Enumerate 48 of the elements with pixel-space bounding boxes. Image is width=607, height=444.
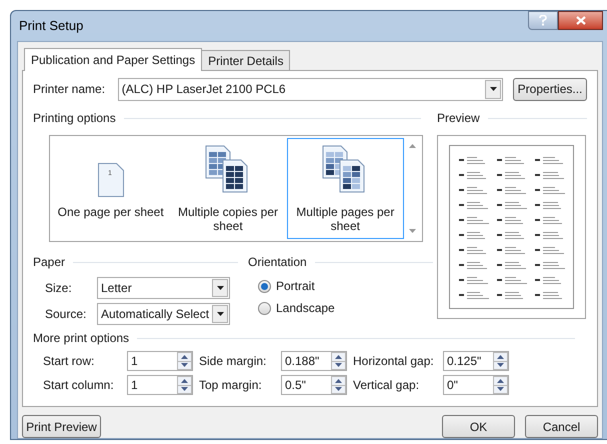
close-button[interactable] [558, 11, 603, 30]
scroll-down-icon[interactable] [408, 229, 416, 233]
section-heading: Preview [437, 110, 480, 127]
spin-arrows-icon [331, 352, 346, 370]
help-icon [539, 15, 547, 26]
field-label: Side margin: [199, 353, 268, 370]
spin-box[interactable]: 1 [127, 375, 193, 395]
print-preview-button[interactable]: Print Preview [22, 415, 101, 438]
cancel-button[interactable]: Cancel [525, 415, 598, 438]
spin-box[interactable]: 0" [443, 375, 509, 395]
spin-box[interactable]: 0.5" [281, 375, 347, 395]
spin-arrows-icon [331, 376, 346, 394]
spin-arrows-icon [177, 352, 192, 370]
field-label: Start column: [43, 377, 115, 394]
tab[interactable]: Publication and Paper Settings [24, 48, 202, 71]
spin-box[interactable]: 0.188" [281, 351, 347, 371]
ok-button[interactable]: OK [442, 415, 515, 438]
field-label: Printer name: [33, 81, 106, 98]
spin-box[interactable]: 1 [127, 351, 193, 371]
field-label: Horizontal gap: [353, 353, 435, 370]
dropdown[interactable]: Letter [97, 277, 230, 299]
properties-button[interactable]: Properties... [513, 78, 587, 100]
field-label: Source: [45, 306, 88, 323]
field-label: Start row: [43, 353, 96, 370]
close-icon [576, 16, 586, 25]
radio-label: Landscape [276, 300, 335, 317]
printer-dropdown[interactable]: (ALC) HP LaserJet 2100 PCL6 [118, 78, 504, 100]
window-title: Print Setup [19, 17, 84, 36]
section-heading: More print options [33, 330, 130, 347]
radio-button[interactable] [258, 302, 271, 314]
section-heading: Paper [33, 254, 66, 271]
section-heading: Printing options [33, 110, 116, 127]
radio-label: Portrait [276, 278, 315, 295]
field-label: Top margin: [199, 377, 263, 394]
tab[interactable]: Printer Details [202, 50, 290, 70]
field-label: Size: [45, 280, 73, 297]
scroll-up-icon[interactable] [408, 144, 416, 148]
spin-arrows-icon [493, 376, 508, 394]
section-heading: Orientation [248, 254, 307, 271]
option-tile[interactable]: Multiple copies per sheet [169, 138, 287, 239]
option-tile[interactable]: Multiple pages per sheet [286, 138, 404, 239]
spin-arrows-icon [177, 376, 192, 394]
radio-button[interactable] [258, 280, 271, 292]
field-label: Vertical gap: [353, 377, 420, 394]
spin-box[interactable]: 0.125" [443, 351, 509, 371]
spin-arrows-icon [493, 352, 508, 370]
dropdown[interactable]: Automatically Select [97, 303, 230, 325]
help-button[interactable] [528, 11, 558, 30]
